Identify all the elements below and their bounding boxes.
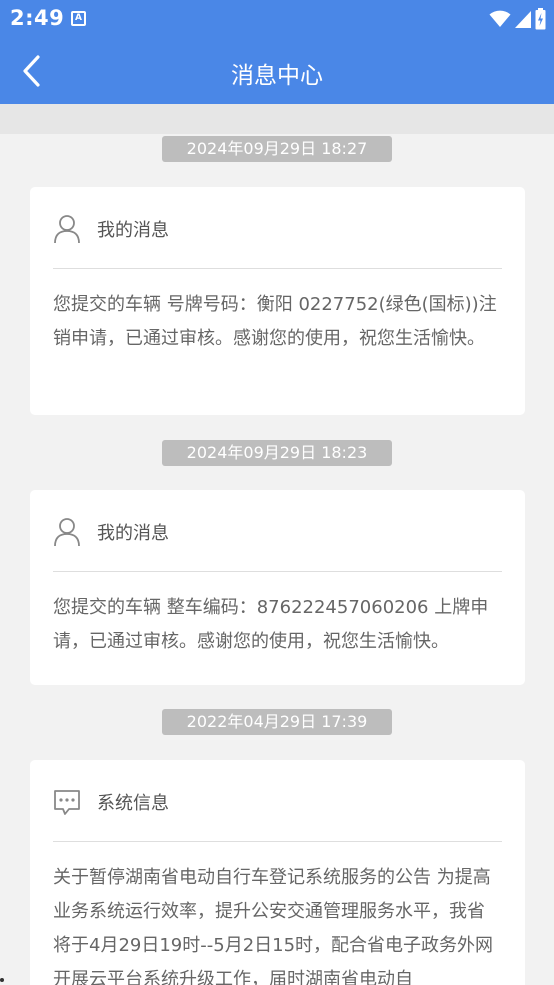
divider	[53, 268, 502, 269]
status-bar: 2:49 A	[0, 0, 554, 38]
message-timestamp: 2024年09月29日 18:23	[162, 440, 392, 466]
message-card[interactable]: 我的消息 您提交的车辆 号牌号码：衡阳 0227752(绿色(国标))注销申请，…	[30, 187, 525, 415]
message-category: 我的消息	[97, 220, 169, 241]
nav-bar: 消息中心	[0, 38, 554, 104]
message-body: 关于暂停湖南省电动自行车登记系统服务的公告 为提高业务系统运行效率，提升公安交通…	[53, 867, 494, 985]
wifi-icon	[489, 10, 511, 27]
notification-icon: A	[71, 11, 86, 26]
message-card[interactable]: 我的消息 您提交的车辆 整车编码：876222457060206 上牌申请，已通…	[30, 490, 525, 685]
divider	[53, 571, 502, 572]
chat-icon	[54, 790, 80, 815]
app-bar: 2:49 A 消息中心	[0, 0, 554, 104]
message-body: 您提交的车辆 整车编码：876222457060206 上牌申请，已通过审核。感…	[53, 597, 489, 652]
edge-mark	[0, 978, 4, 982]
message-card[interactable]: 系统信息 关于暂停湖南省电动自行车登记系统服务的公告 为提高业务系统运行效率，提…	[30, 760, 525, 985]
divider	[53, 841, 502, 842]
page-title: 消息中心	[231, 63, 323, 89]
message-body: 您提交的车辆 号牌号码：衡阳 0227752(绿色(国标))注销申请，已通过审核…	[53, 294, 497, 349]
message-category: 我的消息	[97, 523, 169, 544]
user-icon	[54, 215, 80, 244]
signal-icon	[515, 10, 531, 28]
message-header: 我的消息	[53, 514, 169, 550]
status-time: 2:49	[10, 6, 65, 30]
status-icons	[489, 8, 546, 30]
top-gray-band	[0, 104, 554, 134]
battery-icon	[535, 8, 546, 30]
message-header: 我的消息	[53, 211, 169, 247]
message-timestamp: 2022年04月29日 17:39	[162, 709, 392, 735]
message-header: 系统信息	[53, 784, 169, 820]
message-category: 系统信息	[97, 793, 169, 814]
user-icon	[54, 518, 80, 547]
message-timestamp: 2024年09月29日 18:27	[162, 136, 392, 162]
